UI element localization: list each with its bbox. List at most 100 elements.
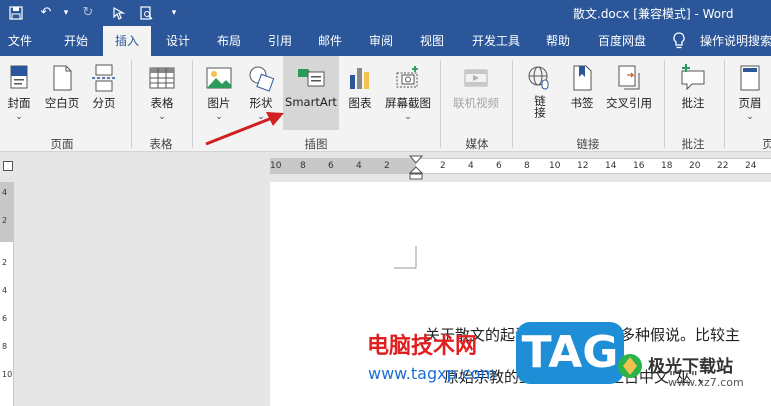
tab-layout[interactable]: 布局 [209, 26, 249, 56]
lightbulb-icon [672, 32, 688, 50]
online-video-button[interactable]: 联机视频 [448, 56, 504, 132]
tab-selector[interactable] [3, 161, 13, 171]
smartart-button[interactable]: SmartArt [283, 56, 339, 130]
link-button[interactable]: 链接 [520, 56, 560, 132]
ruler-tick: 4 [356, 161, 362, 171]
watermark-site-name: 电脑技术网 [367, 334, 478, 359]
watermark-site-url: www.tagxp.com [368, 364, 496, 383]
margin-corner-mark [394, 246, 417, 269]
chevron-down-icon: ⌄ [15, 112, 23, 122]
ruler-tick: 16 [633, 161, 645, 171]
group-pages-label: 页面 [50, 137, 74, 151]
vruler-tick: 8 [2, 342, 8, 351]
group-separator [724, 60, 725, 148]
ribbon-insert: 封面 ⌄ 空白页 分页 页面 表格 ⌄ 表格 图片 ⌄ 形状 ⌄ SmartAr… [0, 56, 771, 152]
tell-me-search[interactable]: 操作说明搜索 [700, 26, 771, 56]
ruler-tick: 2 [440, 161, 446, 171]
cover-page-icon [10, 65, 28, 89]
tab-developer[interactable]: 开发工具 [467, 26, 525, 56]
table-label: 表格 [150, 96, 174, 110]
brand-logo-icon [618, 354, 642, 378]
watermark-tag-badge: TAG [516, 322, 624, 384]
page-break-button[interactable]: 分页 [86, 56, 122, 132]
online-video-label: 联机视频 [453, 96, 499, 110]
comment-button[interactable]: 批注 [672, 56, 714, 132]
group-media-label: 媒体 [465, 137, 489, 151]
annotation-arrow [205, 112, 284, 146]
print-preview-icon[interactable] [136, 3, 156, 23]
tab-references[interactable]: 引用 [260, 26, 300, 56]
watermark-brand-url: www.xz7.com [668, 376, 744, 389]
chevron-down-icon: ⌄ [746, 112, 754, 122]
ruler-tick: 4 [468, 161, 474, 171]
redo-icon[interactable]: ↻ [78, 3, 98, 23]
tab-mailings[interactable]: 邮件 [310, 26, 350, 56]
ruler-tick: 24 [745, 161, 757, 171]
screenshot-button[interactable]: 屏幕截图 ⌄ [380, 56, 436, 132]
chevron-down-icon: ⌄ [404, 112, 412, 122]
table-icon [149, 67, 175, 89]
ruler-tick: 14 [605, 161, 617, 171]
watermark-brand-name: 极光下载站 [648, 357, 733, 377]
cover-page-button[interactable]: 封面 ⌄ [2, 56, 36, 132]
tab-insert[interactable]: 插入 [103, 26, 151, 56]
cross-reference-icon [618, 65, 640, 90]
group-links-label: 链接 [576, 137, 600, 151]
bookmark-icon [573, 65, 592, 91]
ruler-tick: 8 [300, 161, 306, 171]
undo-dropdown-icon[interactable]: ▾ [56, 3, 76, 23]
picture-icon [206, 67, 232, 89]
group-tables-label: 表格 [149, 137, 173, 151]
screenshot-icon [396, 66, 418, 88]
blank-page-label: 空白页 [44, 96, 80, 110]
vruler-tick: 10 [2, 370, 13, 379]
customize-icon[interactable]: ▾ [164, 3, 184, 23]
title-bar: ↶ ▾ ↻ ▾ 散文.docx [兼容模式] - Word [0, 0, 771, 26]
chevron-down-icon: ⌄ [158, 112, 166, 122]
undo-icon[interactable]: ↶ [36, 3, 56, 23]
tab-design[interactable]: 设计 [158, 26, 198, 56]
touch-mode-icon[interactable] [108, 3, 128, 23]
vruler-tick: 6 [2, 314, 8, 323]
group-separator [192, 60, 193, 148]
smartart-icon [298, 69, 325, 87]
page-break-icon [92, 64, 116, 92]
link-label: 链接 [533, 95, 547, 118]
indent-markers[interactable] [409, 155, 423, 181]
tab-view[interactable]: 视图 [412, 26, 452, 56]
cover-page-label: 封面 [7, 96, 31, 110]
save-icon[interactable] [6, 3, 26, 23]
bookmark-button[interactable]: 书签 [564, 56, 600, 132]
ruler-tick: 10 [270, 161, 282, 171]
tab-baidu-netdisk[interactable]: 百度网盘 [592, 26, 652, 56]
page-break-label: 分页 [92, 96, 116, 110]
ruler-tick: 6 [496, 161, 502, 171]
vruler-tick: 2 [2, 216, 8, 225]
screenshot-label: 屏幕截图 [385, 96, 431, 110]
ruler-tick: 20 [689, 161, 701, 171]
tab-help[interactable]: 帮助 [538, 26, 578, 56]
chart-icon [350, 68, 369, 89]
bookmark-label: 书签 [570, 96, 594, 110]
shapes-icon [249, 66, 275, 92]
vruler-tick: 4 [2, 188, 8, 197]
link-icon [528, 66, 549, 90]
tab-file[interactable]: 文件 [0, 26, 40, 56]
chart-button[interactable]: 图表 [342, 56, 378, 132]
blank-page-button[interactable]: 空白页 [40, 56, 84, 132]
table-button[interactable]: 表格 ⌄ [140, 56, 184, 132]
vruler-tick: 4 [2, 286, 8, 295]
header-label: 页眉 [738, 96, 762, 110]
ruler-tick: 6 [328, 161, 334, 171]
cross-reference-label: 交叉引用 [606, 96, 652, 110]
ruler-tick: 2 [384, 161, 390, 171]
group-header-footer-label: 页 [762, 137, 771, 151]
ruler-tick: 18 [661, 161, 673, 171]
header-button[interactable]: 页眉 ⌄ [732, 56, 768, 132]
cross-reference-button[interactable]: 交叉引用 [600, 56, 658, 132]
ruler-tick: 12 [577, 161, 589, 171]
ribbon-tabs: 文件 开始 插入 设计 布局 引用 邮件 审阅 视图 开发工具 帮助 百度网盘 … [0, 26, 771, 56]
tab-review[interactable]: 审阅 [361, 26, 401, 56]
group-separator [664, 60, 665, 148]
tab-home[interactable]: 开始 [56, 26, 96, 56]
